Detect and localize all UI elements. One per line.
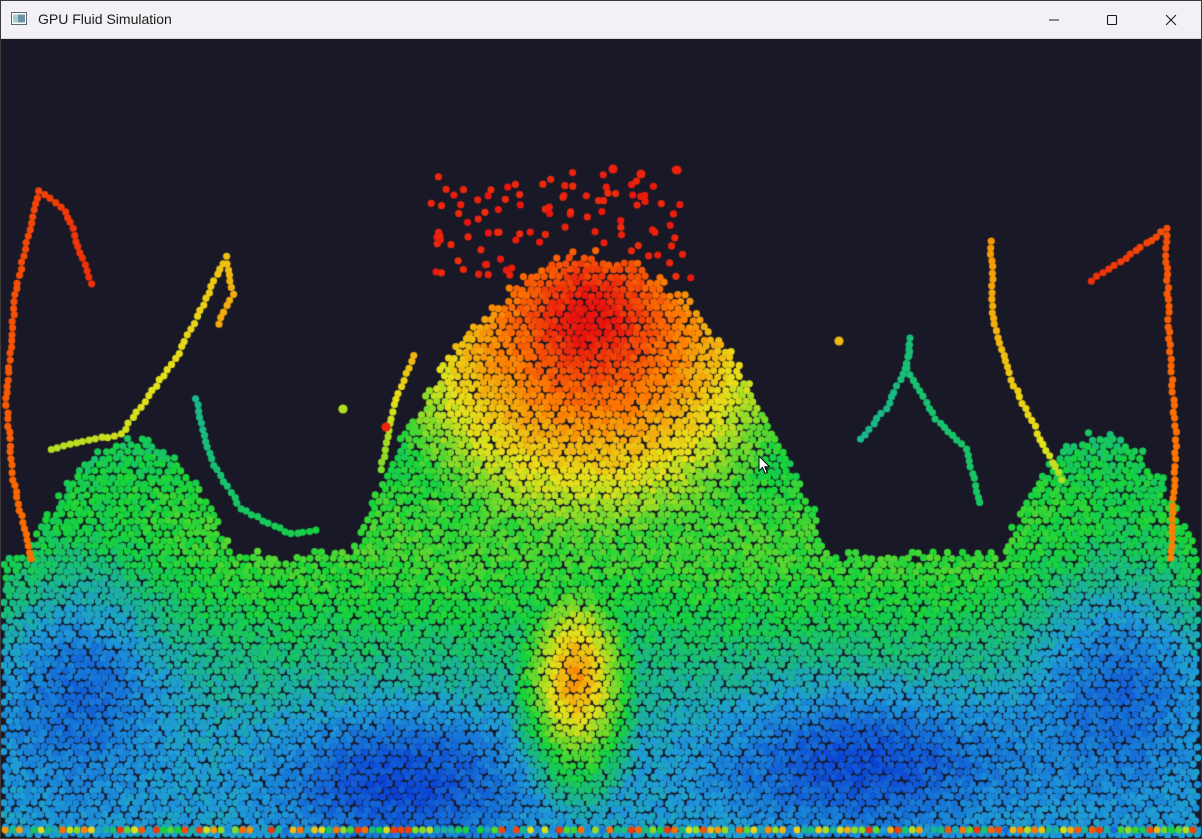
maximize-button[interactable] — [1089, 1, 1135, 38]
simulation-viewport[interactable] — [1, 39, 1201, 838]
app-window: GPU Fluid Simulation — [0, 0, 1202, 839]
window-title: GPU Fluid Simulation — [38, 11, 172, 27]
window-app-icon — [11, 12, 27, 25]
close-button[interactable] — [1148, 1, 1194, 38]
arrow-cursor-icon — [758, 454, 772, 480]
maximize-icon — [1106, 14, 1118, 26]
fluid-particle-canvas[interactable] — [1, 39, 1201, 838]
title-bar[interactable]: GPU Fluid Simulation — [1, 1, 1201, 39]
close-icon — [1165, 14, 1177, 26]
minimize-button[interactable] — [1031, 1, 1077, 38]
minimize-icon — [1048, 14, 1060, 26]
